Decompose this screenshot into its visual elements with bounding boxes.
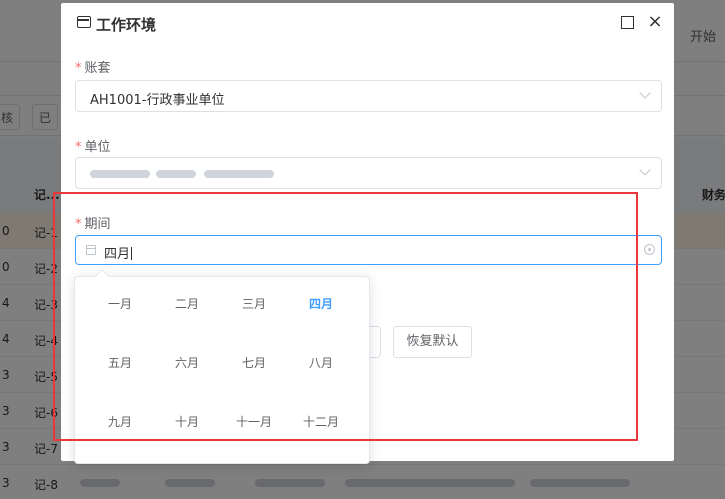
- chevron-down-icon: [639, 164, 651, 176]
- unit-select[interactable]: [75, 157, 662, 189]
- unit-label: * 单位: [75, 136, 111, 155]
- maximize-icon[interactable]: [621, 16, 634, 29]
- blurred-unit-text: [90, 170, 150, 178]
- blurred-unit-text: [204, 170, 274, 178]
- blurred-unit-text: [156, 170, 196, 178]
- window-icon: [77, 16, 91, 28]
- highlight-annotation-box: [53, 192, 638, 441]
- dialog-header: 工作环境 ×: [61, 3, 674, 43]
- unit-label-text: 单位: [84, 140, 111, 155]
- account-set-select[interactable]: AH1001-行政事业单位: [75, 80, 662, 112]
- required-mark: *: [75, 61, 82, 76]
- account-set-value: AH1001-行政事业单位: [90, 93, 225, 108]
- required-mark: *: [75, 140, 82, 155]
- clear-icon[interactable]: [644, 244, 655, 255]
- chevron-down-icon: [639, 87, 651, 99]
- account-set-label-text: 账套: [84, 61, 111, 76]
- account-set-label: * 账套: [75, 57, 111, 76]
- dialog-title: 工作环境: [96, 16, 157, 34]
- close-icon[interactable]: ×: [647, 12, 663, 32]
